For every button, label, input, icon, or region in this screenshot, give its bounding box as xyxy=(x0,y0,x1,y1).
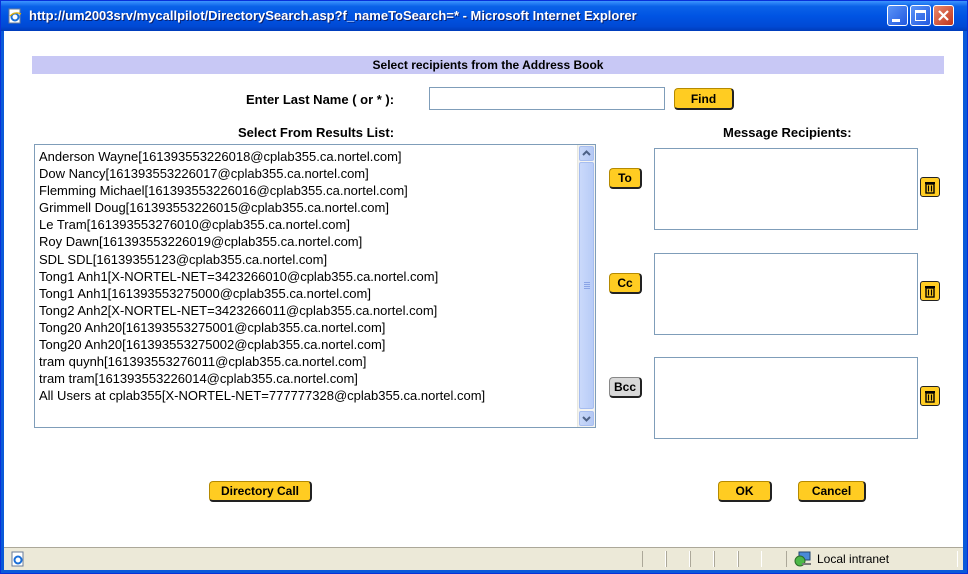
maximize-button[interactable] xyxy=(910,5,931,26)
trash-icon xyxy=(925,391,935,403)
title-bar[interactable]: http://um2003srv/mycallpilot/DirectorySe… xyxy=(1,1,967,31)
status-bar: Local intranet xyxy=(4,547,963,570)
status-segment xyxy=(738,551,762,567)
bcc-button[interactable]: Bcc xyxy=(609,377,642,398)
scroll-grip xyxy=(584,284,590,285)
results-listbox[interactable]: Anderson Wayne[161393553226018@cplab355.… xyxy=(34,144,596,428)
maximize-icon xyxy=(915,10,926,21)
cc-button[interactable]: Cc xyxy=(609,273,642,294)
result-item[interactable]: Tong20 Anh20[161393553275001@cplab355.ca… xyxy=(39,319,575,336)
to-recipients-box[interactable] xyxy=(654,148,918,230)
bcc-recipients-box[interactable] xyxy=(654,357,918,439)
result-item[interactable]: Grimmell Doug[161393553226015@cplab355.c… xyxy=(39,199,575,216)
ie-window: http://um2003srv/mycallpilot/DirectorySe… xyxy=(0,0,968,574)
window-title: http://um2003srv/mycallpilot/DirectorySe… xyxy=(29,8,637,23)
status-segment xyxy=(666,551,690,567)
page-content: Select recipients from the Address Book … xyxy=(4,31,963,547)
result-item[interactable]: Anderson Wayne[161393553226018@cplab355.… xyxy=(39,148,575,165)
clear-cc-button[interactable] xyxy=(920,281,940,301)
to-button[interactable]: To xyxy=(609,168,642,189)
scroll-grip xyxy=(584,286,590,287)
result-item[interactable]: Tong1 Anh1[161393553275000@cplab355.ca.n… xyxy=(39,285,575,302)
scroll-thumb[interactable] xyxy=(579,162,594,409)
clear-to-button[interactable] xyxy=(920,177,940,197)
recipients-label: Message Recipients: xyxy=(723,125,852,140)
close-icon xyxy=(938,10,949,21)
intranet-icon xyxy=(794,551,811,567)
status-segment xyxy=(714,551,738,567)
result-item[interactable]: Le Tram[161393553276010@cplab355.ca.nort… xyxy=(39,216,575,233)
result-item[interactable]: Tong1 Anh1[X-NORTEL-NET=3423266010@cplab… xyxy=(39,268,575,285)
ie-page-icon xyxy=(8,8,22,24)
page-header: Select recipients from the Address Book xyxy=(32,56,944,74)
result-item[interactable]: tram tram[161393553226014@cplab355.ca.no… xyxy=(39,370,575,387)
chevron-up-icon xyxy=(582,150,591,156)
result-item[interactable]: Tong2 Anh2[X-NORTEL-NET=3423266011@cplab… xyxy=(39,302,575,319)
last-name-input[interactable] xyxy=(429,87,665,110)
scroll-grip xyxy=(584,282,590,283)
results-label: Select From Results List: xyxy=(238,125,395,140)
cancel-button[interactable]: Cancel xyxy=(798,481,866,502)
scroll-up-button[interactable] xyxy=(579,146,594,161)
result-item[interactable]: Tong20 Anh20[161393553275002@cplab355.ca… xyxy=(39,336,575,353)
scroll-grip xyxy=(584,288,590,289)
minimize-icon xyxy=(892,19,900,22)
find-button[interactable]: Find xyxy=(674,88,734,110)
trash-icon xyxy=(925,182,935,194)
result-item[interactable]: tram quynh[161393553276011@cplab355.ca.n… xyxy=(39,353,575,370)
results-scrollbar[interactable] xyxy=(577,145,595,427)
close-button[interactable] xyxy=(933,5,954,26)
trash-icon xyxy=(925,286,935,298)
result-item[interactable]: SDL SDL[16139355123@cplab355.ca.nortel.c… xyxy=(39,251,575,268)
results-items: Anderson Wayne[161393553226018@cplab355.… xyxy=(39,148,575,404)
cc-recipients-box[interactable] xyxy=(654,253,918,335)
result-item[interactable]: Dow Nancy[161393553226017@cplab355.ca.no… xyxy=(39,165,575,182)
result-item[interactable]: Flemming Michael[161393553226016@cplab35… xyxy=(39,182,575,199)
search-label: Enter Last Name ( or * ): xyxy=(246,92,395,107)
directory-call-button[interactable]: Directory Call xyxy=(209,481,312,502)
ok-button[interactable]: OK xyxy=(718,481,772,502)
status-segment xyxy=(690,551,714,567)
scroll-down-button[interactable] xyxy=(579,411,594,426)
result-item[interactable]: Roy Dawn[161393553226019@cplab355.ca.nor… xyxy=(39,233,575,250)
page-status-icon xyxy=(11,551,24,567)
minimize-button[interactable] xyxy=(887,5,908,26)
status-segment xyxy=(642,551,666,567)
security-zone-text: Local intranet xyxy=(817,552,890,566)
result-item[interactable]: All Users at cplab355[X-NORTEL-NET=77777… xyxy=(39,387,575,404)
chevron-down-icon xyxy=(582,416,591,422)
clear-bcc-button[interactable] xyxy=(920,386,940,406)
